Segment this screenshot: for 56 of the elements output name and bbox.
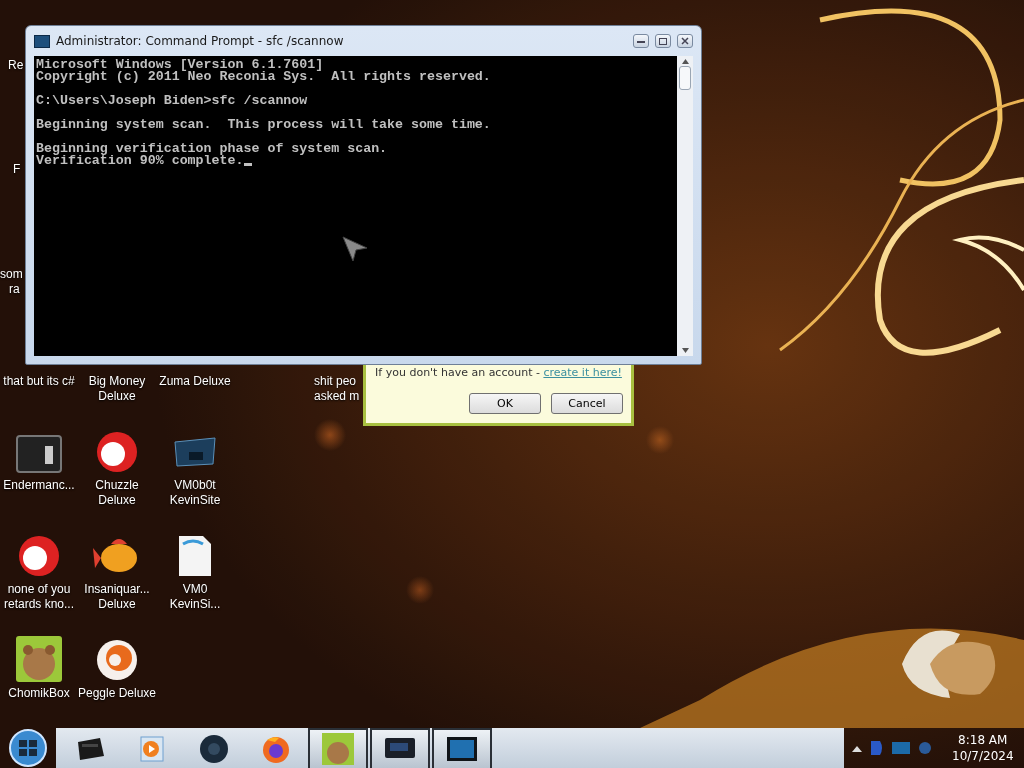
play-icon (139, 735, 165, 763)
maximize-button[interactable] (655, 34, 671, 48)
icon-label[interactable]: VM0b0t KevinSite (169, 478, 221, 508)
icon-label[interactable]: Zuma Deluxe (159, 374, 231, 389)
browser-icon (261, 734, 291, 764)
icon-label[interactable]: Chuzzle Deluxe (95, 478, 139, 508)
icon-label[interactable]: Peggle Deluxe (77, 686, 157, 701)
console-line: Verification 90% complete. (36, 155, 675, 167)
icon-label[interactable]: none of you retards kno... (4, 582, 74, 612)
icon-label[interactable]: Endermanc... (3, 478, 75, 493)
maximize-icon (659, 37, 667, 45)
ball-icon (17, 534, 61, 578)
cancel-button[interactable]: Cancel (551, 393, 623, 414)
taskbar-button[interactable] (370, 728, 430, 768)
minimize-button[interactable] (633, 34, 649, 48)
console-line: Copyright (c) 2011 Neo Reconia Sys. All rights reserved. (36, 71, 492, 83)
taskbar-button[interactable] (432, 728, 492, 768)
mouse-pointer-icon (342, 236, 368, 262)
icon-label: Re (8, 58, 24, 72)
icon-label[interactable]: ChomikBox (8, 686, 70, 701)
ok-button[interactable]: OK (469, 393, 541, 414)
swirl-ball-icon (95, 638, 139, 682)
scroll-thumb[interactable] (679, 66, 691, 90)
console-line: Beginning system scan. This process will take some time. (36, 119, 492, 131)
ball-icon (95, 430, 139, 474)
window-title: Administrator: Command Prompt - sfc /scannow (56, 34, 345, 48)
show-hidden-icons-icon[interactable] (852, 744, 862, 752)
clock[interactable]: 8:18 AM 10/7/2024 (952, 732, 1014, 764)
console-line: Beginning verification phase of system scan. (36, 143, 389, 155)
icon-label[interactable]: Insaniquar... Deluxe (84, 582, 150, 612)
terminal-icon (15, 434, 63, 474)
hamster-icon (16, 636, 62, 682)
icon-label: som (0, 267, 23, 281)
create-account-link[interactable]: create it here! (543, 366, 622, 379)
icon-label: ra (9, 282, 20, 296)
disc-icon (199, 734, 229, 764)
console-icon (34, 34, 50, 48)
minimize-icon (637, 39, 645, 43)
icon-label[interactable]: Big Money Deluxe (88, 374, 146, 404)
icon-label: F (13, 162, 21, 176)
icon-label[interactable]: that but its c# (3, 374, 75, 389)
close-icon (681, 37, 689, 45)
icon-label[interactable]: VM0 KevinSi... (169, 582, 221, 612)
taskbar-button[interactable] (308, 728, 368, 768)
hamster-icon (322, 733, 354, 765)
scroll-down-icon (681, 348, 689, 353)
console-line: Microsoft Windows [Version 6.1.7601] (36, 59, 325, 71)
close-button[interactable] (677, 34, 693, 48)
icon-label[interactable]: shit peo asked m (314, 374, 360, 404)
scroll-up-icon (681, 59, 689, 64)
scrollbar[interactable] (677, 56, 693, 356)
monitor-icon (384, 737, 416, 761)
account-message: If you don't have an account - create it here! (375, 366, 622, 379)
document-icon (177, 534, 213, 578)
monitor-icon (446, 736, 478, 762)
console-line: C:\Users\Joseph Biden>sfc /scannow (36, 95, 309, 107)
